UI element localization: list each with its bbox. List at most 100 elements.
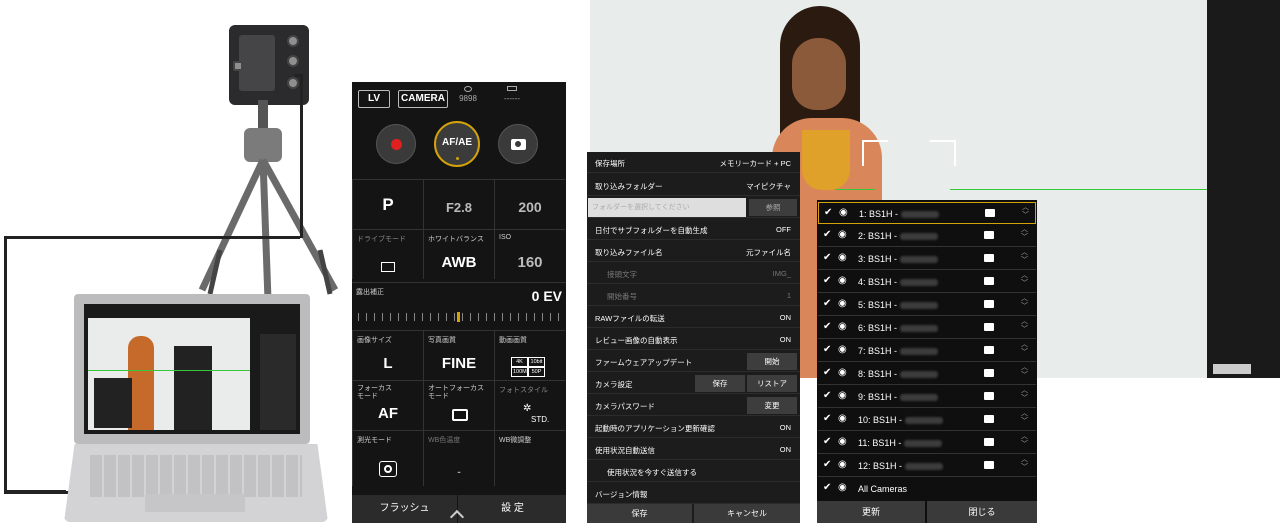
- wb-temp-cell[interactable]: WB色温度 -: [423, 430, 494, 486]
- menu-cancel-button[interactable]: キャンセル: [694, 504, 800, 523]
- menu-row-save-location[interactable]: 保存場所 メモリーカード + PC: [587, 152, 800, 173]
- eye-icon[interactable]: ◉: [838, 413, 847, 424]
- menu-row-usage-send[interactable]: 使用状況自動送信 ON: [587, 439, 800, 460]
- photo-quality-cell[interactable]: 写真画質 FINE: [423, 330, 494, 380]
- eye-icon[interactable]: ◉: [838, 436, 847, 447]
- menu-row-import-folder[interactable]: 取り込みフォルダー マイピクチャ: [587, 175, 800, 196]
- camera-list-item[interactable]: ✔ ◉ 1: BS1H - ︿ ﹀: [818, 202, 1036, 224]
- photo-style-cell[interactable]: フォトスタイル ✲ STD.: [494, 380, 565, 430]
- lv-button[interactable]: LV: [358, 90, 390, 108]
- menu-row-send-now[interactable]: 使用状況を今すぐ送信する: [587, 461, 800, 482]
- all-cameras-item[interactable]: ✔ ◉ All Cameras: [818, 478, 1036, 500]
- check-icon[interactable]: ✔: [823, 252, 831, 263]
- settings-button[interactable]: 設 定: [459, 495, 566, 523]
- white-balance-cell[interactable]: ホワイトバランス AWB: [423, 229, 494, 279]
- wb-fine-cell[interactable]: WB微調整: [494, 430, 565, 486]
- reorder-icon[interactable]: ︿ ﹀: [1021, 272, 1028, 288]
- camera-icon[interactable]: [984, 392, 994, 400]
- eye-icon[interactable]: ◉: [838, 390, 847, 401]
- camera-icon[interactable]: [985, 209, 995, 217]
- eye-icon[interactable]: ◉: [839, 207, 848, 218]
- menu-row-file-name[interactable]: 取り込みファイル名 元ファイル名: [587, 241, 800, 262]
- shutter-button[interactable]: [498, 124, 538, 164]
- firmware-start-button[interactable]: 開始: [747, 353, 797, 370]
- image-size-cell[interactable]: 画像サイズ L: [352, 330, 423, 380]
- focus-mode-cell[interactable]: フォーカス モード AF: [352, 380, 423, 430]
- eye-icon[interactable]: ◉: [838, 229, 847, 240]
- camera-icon[interactable]: [984, 415, 994, 423]
- password-change-button[interactable]: 変更: [747, 397, 797, 414]
- reorder-icon[interactable]: ︿ ﹀: [1021, 456, 1028, 472]
- eye-icon[interactable]: ◉: [838, 275, 847, 286]
- eye-icon[interactable]: ◉: [838, 321, 847, 332]
- reorder-icon[interactable]: ︿ ﹀: [1021, 226, 1028, 242]
- browse-button[interactable]: 参照: [749, 199, 797, 216]
- settings-save-button[interactable]: 保存: [695, 375, 745, 392]
- reorder-icon[interactable]: ︿ ﹀: [1021, 341, 1028, 357]
- camera-list-item[interactable]: ✔ ◉ 10: BS1H - ︿ ﹀: [818, 409, 1036, 431]
- video-quality-cell[interactable]: 動画画質 4K 10bit 100M 50P: [494, 330, 565, 380]
- camera-list-item[interactable]: ✔ ◉ 11: BS1H - ︿ ﹀: [818, 432, 1036, 454]
- menu-row-version[interactable]: バージョン情報: [587, 483, 800, 504]
- folder-path-input[interactable]: フォルダーを選択してください: [588, 198, 746, 217]
- mode-cell[interactable]: P: [352, 179, 423, 229]
- drive-mode-cell[interactable]: ドライブモード: [352, 229, 423, 279]
- camera-icon[interactable]: [984, 277, 994, 285]
- camera-button[interactable]: CAMERA: [398, 90, 448, 108]
- reorder-icon[interactable]: ︿ ﹀: [1021, 295, 1028, 311]
- eye-icon[interactable]: ◉: [838, 252, 847, 263]
- check-icon[interactable]: ✔: [823, 436, 831, 447]
- reorder-icon[interactable]: ︿ ﹀: [1021, 364, 1028, 380]
- reorder-icon[interactable]: ︿ ﹀: [1021, 433, 1028, 449]
- reorder-icon[interactable]: ︿ ﹀: [1021, 410, 1028, 426]
- check-icon[interactable]: ✔: [823, 275, 831, 286]
- camera-list-item[interactable]: ✔ ◉ 4: BS1H - ︿ ﹀: [818, 271, 1036, 293]
- check-icon[interactable]: ✔: [823, 459, 831, 470]
- eye-icon[interactable]: ◉: [838, 298, 847, 309]
- exposure-comp-slider[interactable]: 露出補正 0 EV: [352, 282, 566, 330]
- check-icon[interactable]: ✔: [823, 229, 831, 240]
- camera-icon[interactable]: [984, 461, 994, 469]
- close-button[interactable]: 閉じる: [927, 501, 1037, 523]
- check-icon[interactable]: ✔: [823, 413, 831, 424]
- reorder-icon[interactable]: ︿ ﹀: [1021, 249, 1028, 265]
- af-ae-button[interactable]: AF/AE: [434, 121, 480, 167]
- check-icon[interactable]: ✔: [823, 390, 831, 401]
- check-icon[interactable]: ✔: [824, 207, 832, 218]
- check-icon[interactable]: ✔: [823, 367, 831, 378]
- camera-icon[interactable]: [984, 254, 994, 262]
- camera-icon[interactable]: [984, 300, 994, 308]
- camera-list-item[interactable]: ✔ ◉ 8: BS1H - ︿ ﹀: [818, 363, 1036, 385]
- reorder-icon[interactable]: ︿ ﹀: [1021, 387, 1028, 403]
- camera-list-item[interactable]: ✔ ◉ 6: BS1H - ︿ ﹀: [818, 317, 1036, 339]
- check-icon[interactable]: ✔: [823, 482, 831, 493]
- check-icon[interactable]: ✔: [823, 321, 831, 332]
- aperture-cell[interactable]: F2.8: [423, 179, 494, 229]
- metering-cell[interactable]: 測光モード: [352, 430, 423, 486]
- camera-list-item[interactable]: ✔ ◉ 7: BS1H - ︿ ﹀: [818, 340, 1036, 362]
- flash-button[interactable]: フラッシュ: [352, 495, 458, 523]
- shutter-speed-cell[interactable]: 200: [494, 179, 565, 229]
- check-icon[interactable]: ✔: [823, 344, 831, 355]
- camera-list-item[interactable]: ✔ ◉ 9: BS1H - ︿ ﹀: [818, 386, 1036, 408]
- check-icon[interactable]: ✔: [823, 298, 831, 309]
- eye-icon[interactable]: ◉: [838, 344, 847, 355]
- eye-icon[interactable]: ◉: [838, 367, 847, 378]
- reorder-icon[interactable]: ︿ ﹀: [1022, 204, 1029, 220]
- eye-icon[interactable]: ◉: [838, 482, 847, 493]
- camera-icon[interactable]: [984, 323, 994, 331]
- settings-restore-button[interactable]: リストア: [747, 375, 797, 392]
- eye-icon[interactable]: ◉: [838, 459, 847, 470]
- camera-icon[interactable]: [984, 438, 994, 446]
- menu-save-button[interactable]: 保存: [587, 504, 692, 523]
- camera-icon[interactable]: [984, 369, 994, 377]
- camera-list-item[interactable]: ✔ ◉ 3: BS1H - ︿ ﹀: [818, 248, 1036, 270]
- record-button[interactable]: [376, 124, 416, 164]
- camera-icon[interactable]: [984, 231, 994, 239]
- menu-row-date-subfolder[interactable]: 日付でサブフォルダーを自動生成 OFF: [587, 219, 800, 240]
- refresh-button[interactable]: 更新: [817, 501, 925, 523]
- iso-cell[interactable]: ISO 160: [494, 229, 565, 279]
- camera-list-item[interactable]: ✔ ◉ 2: BS1H - ︿ ﹀: [818, 225, 1036, 247]
- reorder-icon[interactable]: ︿ ﹀: [1021, 318, 1028, 334]
- camera-icon[interactable]: [984, 346, 994, 354]
